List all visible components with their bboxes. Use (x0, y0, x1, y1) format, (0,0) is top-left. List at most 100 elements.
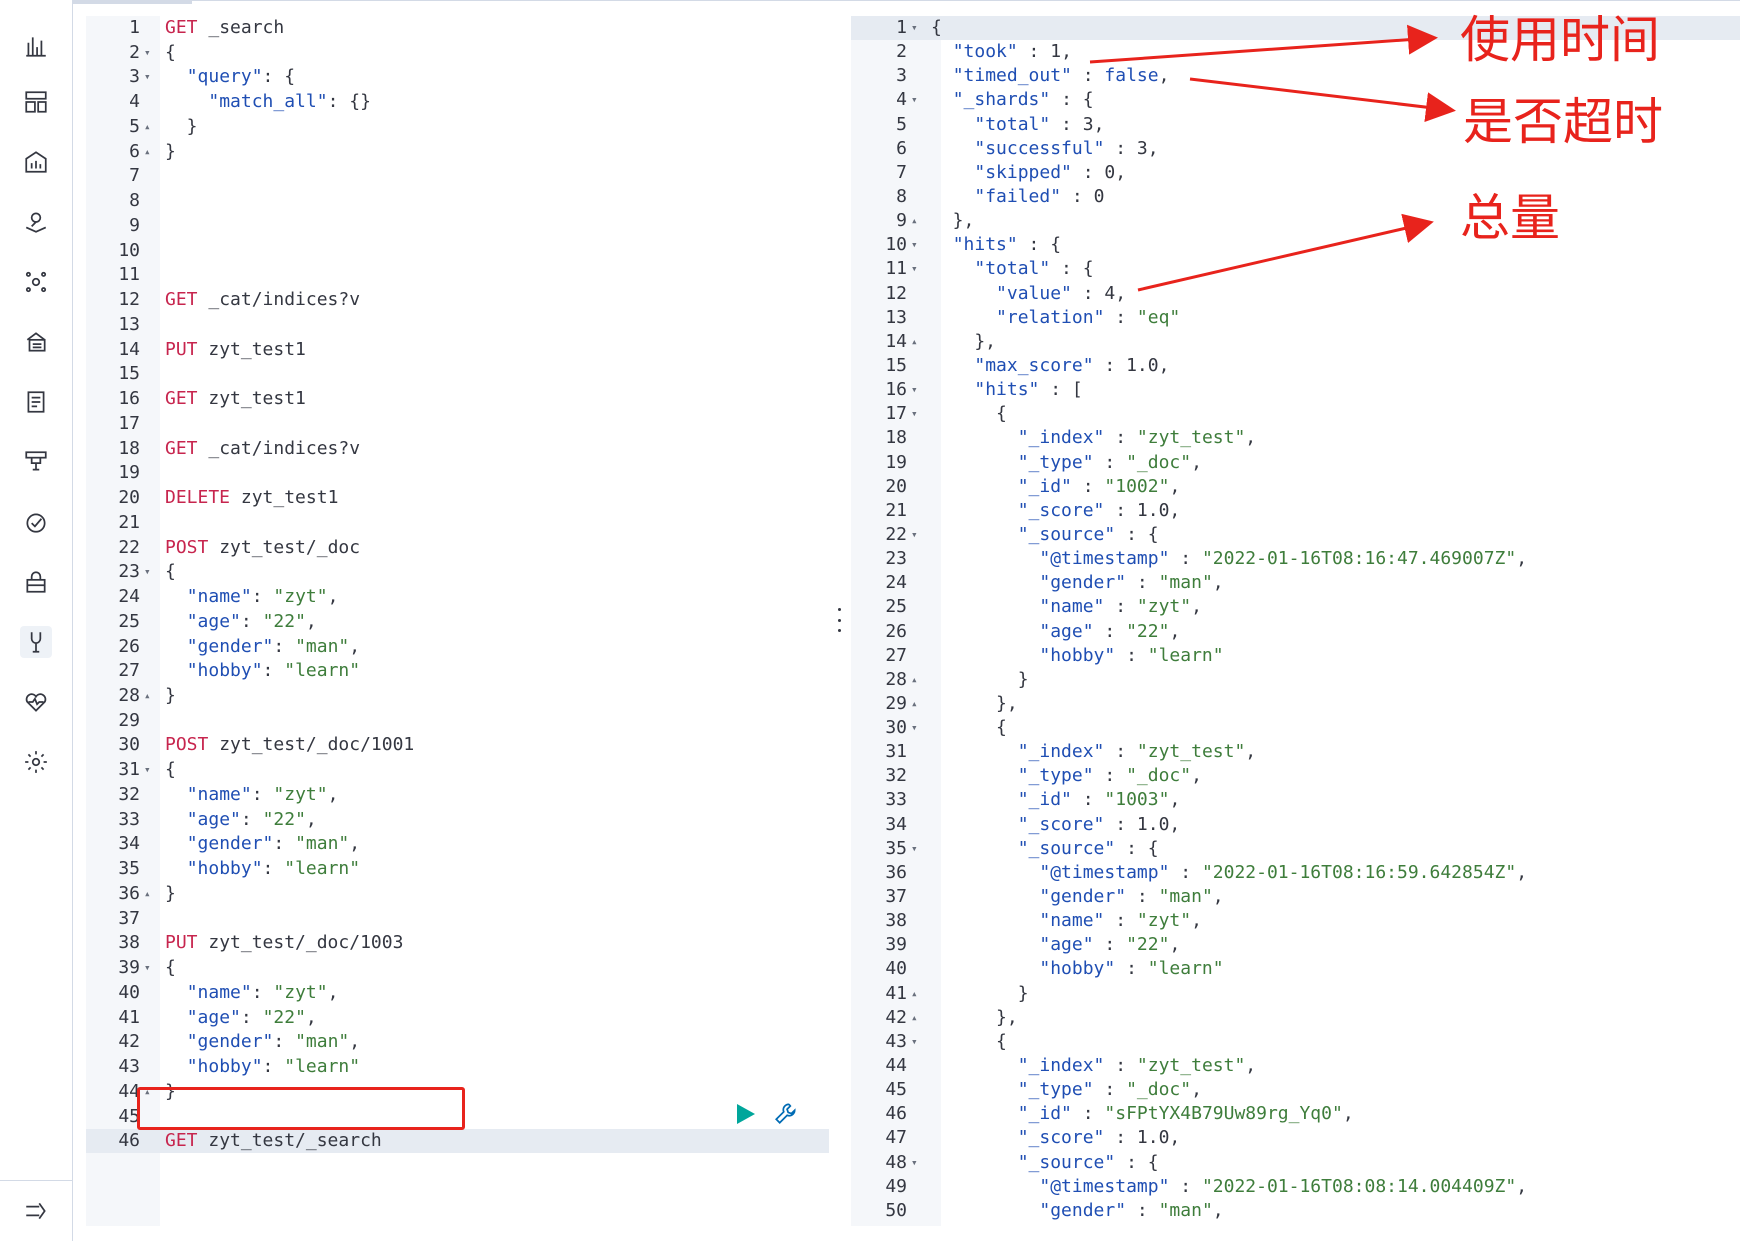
uptime-icon[interactable] (20, 506, 52, 538)
token-str: "man" (1158, 1199, 1213, 1221)
ml-icon[interactable] (20, 266, 52, 298)
code-text: "_id" : "sFPtYX4B79Uw89rg_Yq0", (931, 1102, 1354, 1126)
token-plain: : 4, (1071, 282, 1127, 304)
response-line: 14 ▴ }, (851, 330, 1740, 354)
send-request-button[interactable] (735, 1102, 757, 1126)
code-text: "age": "22", (165, 610, 317, 634)
line-number: 4 (896, 89, 907, 111)
logs-icon[interactable] (20, 386, 52, 418)
fold-toggle-icon[interactable]: ▾ (911, 257, 918, 281)
data-icon[interactable] (20, 326, 52, 358)
line-number: 25 (118, 610, 140, 632)
fold-toggle-icon[interactable]: ▾ (911, 837, 918, 861)
response-line: 26 "age" : "22", (851, 620, 1740, 644)
line-number: 41 (118, 1006, 140, 1028)
fold-toggle-icon[interactable]: ▾ (144, 41, 151, 65)
canvas-icon[interactable] (20, 146, 52, 178)
code-text: { (165, 956, 176, 980)
siem-icon[interactable] (20, 566, 52, 598)
code-text: "_type" : "_doc", (931, 764, 1202, 788)
collapse-menu-icon[interactable] (20, 1195, 52, 1227)
token-plain: : { (1115, 837, 1159, 859)
fold-toggle-icon[interactable]: ▾ (144, 758, 151, 782)
token-plain: , (305, 610, 317, 632)
fold-toggle-icon[interactable]: ▾ (911, 402, 918, 426)
token-plain: , (1342, 1103, 1354, 1125)
fold-toggle-icon[interactable]: ▾ (911, 1030, 918, 1054)
management-icon[interactable] (20, 746, 52, 778)
fold-toggle-icon[interactable]: ▴ (911, 692, 918, 716)
token-plain: zyt_test1 (230, 487, 339, 509)
fold-toggle-icon[interactable]: ▴ (911, 330, 918, 354)
line-number: 47 (885, 1127, 907, 1149)
response-line: 48 ▾ "_source" : { (851, 1151, 1740, 1175)
fold-toggle-icon[interactable]: ▴ (911, 668, 918, 692)
line-number: 5 (896, 113, 907, 135)
fold-toggle-icon[interactable]: ▾ (144, 560, 151, 584)
fold-toggle-icon[interactable]: ▴ (911, 982, 918, 1006)
response-line: 32 "_type" : "_doc", (851, 764, 1740, 788)
line-number: 32 (118, 783, 140, 805)
editor-line: 8 (86, 189, 829, 213)
code-text: "value" : 4, (931, 282, 1126, 306)
token-plain: zyt_test/_doc (208, 536, 361, 558)
fold-toggle-icon[interactable]: ▴ (911, 1006, 918, 1030)
editor-line: 16 GET zyt_test1 (86, 387, 829, 411)
editor-line: 46 GET zyt_test/_search (86, 1129, 829, 1154)
dev-tools-icon[interactable] (20, 626, 52, 658)
token-key: "total" (974, 258, 1051, 280)
fold-toggle-icon[interactable]: ▾ (911, 378, 918, 402)
code-text: "@timestamp" : "2022-01-16T08:08:14.0044… (931, 1175, 1527, 1199)
request-actions-button[interactable] (773, 1100, 799, 1126)
fold-toggle-icon[interactable]: ▾ (911, 233, 918, 257)
response-line: 42 ▴ }, (851, 1006, 1740, 1030)
editor-line: 10 (86, 239, 829, 263)
monitoring-icon[interactable] (20, 686, 52, 718)
fold-toggle-icon[interactable]: ▾ (911, 716, 918, 740)
fold-toggle-icon[interactable]: ▾ (911, 16, 918, 40)
code-text: "hobby": "learn" (165, 659, 360, 683)
fold-toggle-icon[interactable]: ▾ (911, 1151, 918, 1175)
fold-toggle-icon[interactable]: ▴ (144, 882, 151, 906)
fold-toggle-icon[interactable]: ▾ (911, 88, 918, 112)
code-text: "hits" : { (931, 233, 1061, 257)
fold-toggle-icon[interactable]: ▾ (144, 956, 151, 980)
code-text: "age" : "22", (931, 933, 1180, 957)
apm-icon[interactable] (20, 446, 52, 478)
editor-line: 19 (86, 461, 829, 485)
token-str: "man" (1158, 572, 1213, 594)
maps-icon[interactable] (20, 206, 52, 238)
line-number: 37 (118, 907, 140, 929)
fold-toggle-icon[interactable]: ▴ (144, 140, 151, 164)
token-plain: , (1516, 548, 1528, 570)
line-number: 19 (118, 462, 140, 484)
response-line: 7 "skipped" : 0, (851, 161, 1740, 185)
editor-line: 38 PUT zyt_test/_doc/1003 (86, 931, 829, 955)
editor-line: 33 "age": "22", (86, 808, 829, 832)
line-number: 45 (118, 1105, 140, 1127)
fold-toggle-icon[interactable]: ▴ (911, 209, 918, 233)
request-editor[interactable]: 1 GET _search 2 ▾{3 ▾ "query": {4 "match_all… (86, 16, 829, 1226)
token-key: "gender" (186, 635, 274, 657)
dashboard-icon[interactable] (20, 86, 52, 118)
fold-toggle-icon[interactable]: ▴ (144, 684, 151, 708)
token-key: "gender" (1039, 886, 1127, 908)
response-line: 27 "hobby" : "learn" (851, 644, 1740, 668)
response-line: 45 "_type" : "_doc", (851, 1078, 1740, 1102)
pane-resizer[interactable] (836, 608, 842, 632)
token-plain: zyt_test1 (197, 388, 306, 410)
analytics-icon[interactable] (20, 30, 52, 62)
fold-toggle-icon[interactable]: ▾ (144, 65, 151, 89)
token-str: "zyt" (273, 981, 328, 1003)
editor-line: 39 ▾ { (86, 956, 829, 980)
editor-line: 9 (86, 214, 829, 238)
fold-toggle-icon[interactable]: ▾ (911, 523, 918, 547)
fold-toggle-icon[interactable]: ▴ (144, 115, 151, 139)
code-text: } (165, 140, 176, 164)
response-line: 46 "_id" : "sFPtYX4B79Uw89rg_Yq0", (851, 1102, 1740, 1126)
line-number: 24 (118, 586, 140, 608)
